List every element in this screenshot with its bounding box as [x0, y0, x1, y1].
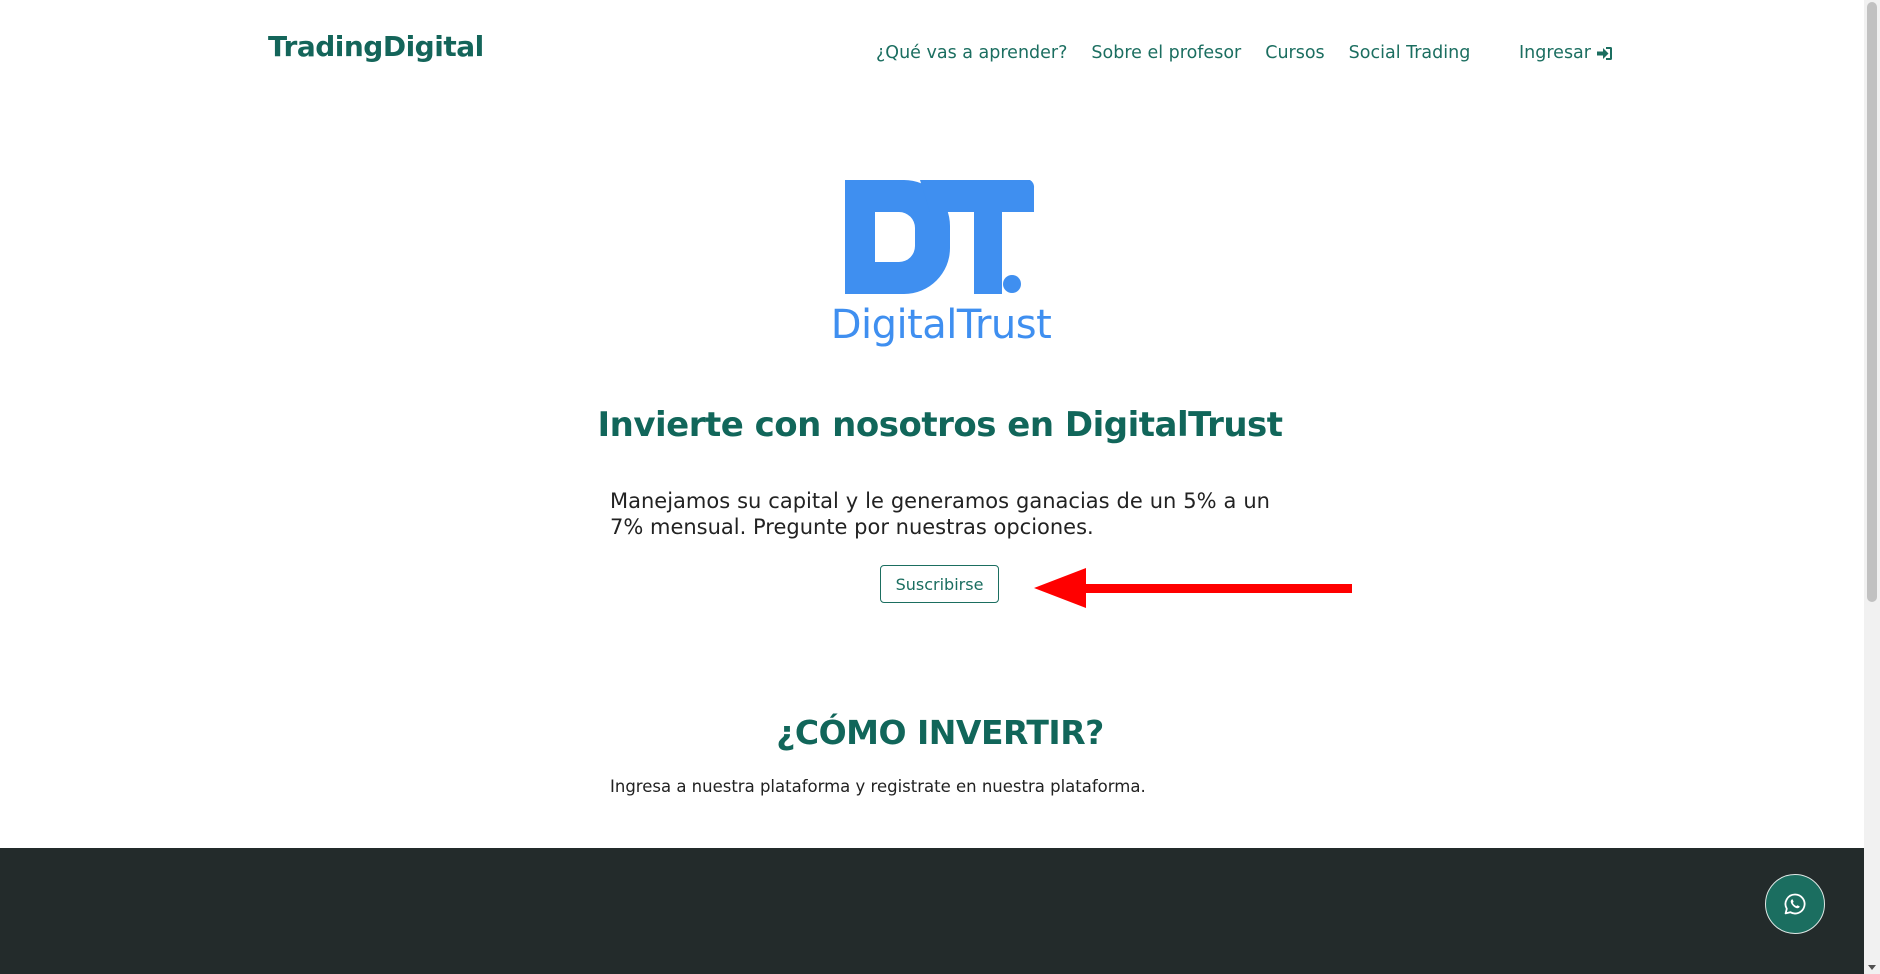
how-to-invest-text: Ingresa a nuestra plataforma y registrat…: [610, 777, 1146, 796]
scrollbar-thumb[interactable]: [1867, 2, 1877, 602]
subscribe-button[interactable]: Suscribirse: [880, 565, 999, 603]
login-link[interactable]: Ingresar: [1519, 43, 1613, 63]
scroll-down-arrow-icon[interactable]: [1868, 965, 1876, 970]
vertical-scrollbar[interactable]: [1864, 0, 1880, 974]
footer: [0, 848, 1864, 974]
nav-link-social-trading[interactable]: Social Trading: [1349, 43, 1471, 63]
brand-logo-link[interactable]: TradingDigital: [268, 30, 484, 63]
login-label: Ingresar: [1519, 43, 1591, 63]
nav-link-que-vas-a-aprender[interactable]: ¿Qué vas a aprender?: [876, 43, 1067, 63]
whatsapp-icon: [1784, 893, 1806, 915]
hero-title: Invierte con nosotros en DigitalTrust: [597, 405, 1283, 445]
nav-link-cursos[interactable]: Cursos: [1265, 43, 1324, 63]
sign-in-icon: [1596, 46, 1612, 60]
whatsapp-button[interactable]: [1765, 874, 1825, 934]
dt-logo-icon: [845, 180, 1035, 294]
hero-description: Manejamos su capital y le generamos gana…: [610, 489, 1270, 539]
digitaltrust-logo: DigitalTrust: [826, 178, 1056, 354]
page: TradingDigital ¿Qué vas a aprender? Sobr…: [0, 0, 1864, 974]
red-arrow-annotation: [1034, 568, 1352, 608]
how-to-invest-title: ¿CÓMO INVERTIR?: [776, 713, 1104, 752]
logo-text: DigitalTrust: [830, 302, 1052, 348]
main-nav: ¿Qué vas a aprender? Sobre el profesor C…: [876, 43, 1470, 63]
nav-link-sobre-el-profesor[interactable]: Sobre el profesor: [1091, 43, 1241, 63]
